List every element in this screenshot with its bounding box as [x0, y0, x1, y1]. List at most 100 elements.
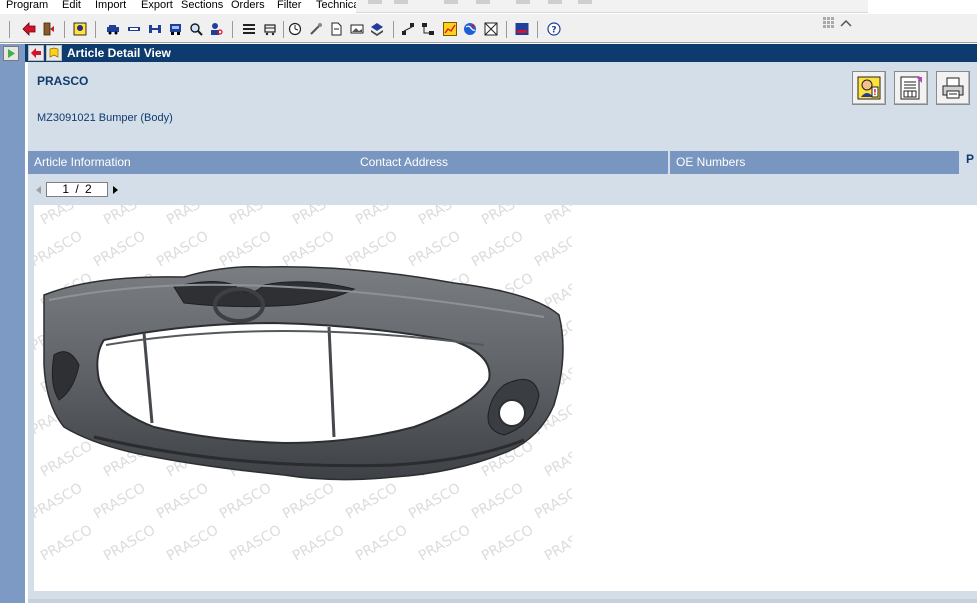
pager-indicator: 1 / 2	[46, 182, 108, 197]
tab-contact-address[interactable]: Contact Address	[354, 151, 670, 174]
svg-text:!: !	[873, 88, 877, 97]
chart-icon[interactable]	[443, 22, 457, 36]
back-button[interactable]	[28, 45, 44, 61]
menu-filter[interactable]: Filter	[277, 0, 301, 11]
play-icon	[3, 46, 19, 61]
watermark-text: PRASCO	[343, 228, 400, 270]
watermark-text: PRASCO	[280, 480, 337, 522]
menu-import[interactable]: Import	[95, 0, 126, 11]
axle-icon[interactable]	[148, 22, 162, 36]
watermark-text: PRASCO	[164, 205, 221, 228]
supplier-info-button[interactable]: !	[852, 71, 886, 105]
watermark-text: PRASCO	[91, 480, 148, 522]
watermark-text: PRASCO	[469, 228, 526, 270]
expand-panel-button[interactable]	[3, 46, 19, 61]
watermark-text: PRASCO	[38, 205, 95, 228]
watermark-text: PRASCO	[154, 480, 211, 522]
globe-icon[interactable]	[463, 22, 477, 36]
chevron-up-icon	[840, 19, 852, 27]
watermark-text: PRASCO	[532, 480, 572, 522]
menu-orders[interactable]: Orders	[231, 0, 265, 11]
watermark-text: PRASCO	[101, 522, 158, 564]
left-navigation-strip	[0, 44, 25, 603]
watermark-text: PRASCO	[542, 438, 572, 480]
bumper-image: PRASCO PRASCO PRASCO PRASCO PRASCO PRASCO PRAS…	[34, 205, 572, 564]
info-person-icon: !	[857, 76, 881, 100]
watermark-text: PRASCO	[353, 522, 410, 564]
tools-icon[interactable]	[309, 22, 323, 36]
magnifier-icon[interactable]	[189, 22, 203, 36]
car-icon[interactable]	[106, 22, 120, 36]
menu-overflow-ghost	[356, 0, 868, 13]
vehicle-search-icon[interactable]	[169, 22, 183, 36]
watermark-text: PRASCO	[479, 205, 536, 228]
bookmark-icon	[49, 47, 59, 58]
tab-bar: Article Information Contact Address OE N…	[28, 148, 977, 174]
grid-icon[interactable]	[484, 22, 498, 36]
watermark-text: PRASCO	[416, 205, 473, 228]
network-icon[interactable]	[421, 22, 435, 36]
tree-icon[interactable]	[401, 22, 415, 36]
toolbar: ?	[0, 14, 977, 43]
pager-next-button[interactable]	[109, 181, 121, 198]
watermark-text: PRASCO	[217, 228, 274, 270]
watermark-text: PRASCO	[469, 480, 526, 522]
menu-sections[interactable]: Sections	[181, 0, 223, 11]
person-search-icon[interactable]	[209, 22, 223, 36]
news-icon[interactable]	[515, 22, 529, 36]
tab-article-information[interactable]: Article Information	[28, 151, 356, 174]
list-icon[interactable]	[242, 22, 256, 36]
watermark-text: PRASCO	[91, 228, 148, 270]
watermark-text: PRASCO	[217, 480, 274, 522]
watermark-text: PRASCO	[479, 522, 536, 564]
pager-prev-button[interactable]	[33, 181, 45, 198]
tab-oe-numbers[interactable]: OE Numbers	[670, 151, 961, 174]
bookmark-button[interactable]	[46, 45, 62, 61]
article-header: PRASCO MZ3091021 Bumper (Body) !	[28, 62, 977, 148]
tab-overflow-partial[interactable]: P	[966, 151, 974, 167]
window-title-bar: Article Detail View	[25, 44, 977, 62]
user-badge-icon[interactable]	[73, 22, 87, 36]
watermark-text: PRASCO	[542, 522, 572, 564]
watermark-text: PRASCO	[542, 205, 572, 228]
window-title: Article Detail View	[67, 46, 171, 60]
document-icon[interactable]	[329, 22, 343, 36]
image-icon[interactable]	[350, 22, 364, 36]
article-image-area: PRASCO PRASCO PRASCO PRASCO PRASCO PRASCO PRAS…	[34, 205, 977, 591]
menu-edit[interactable]: Edit	[62, 0, 81, 11]
brand-name: PRASCO	[37, 74, 89, 88]
watermark-text: PRASCO	[38, 438, 95, 480]
watermark-text: PRASCO	[227, 522, 284, 564]
restore-ribbon-button[interactable]	[822, 15, 855, 31]
menu-technical[interactable]: Technica	[316, 0, 359, 11]
watermark-text: PRASCO	[416, 522, 473, 564]
back-arrow-icon	[31, 48, 41, 58]
help-icon[interactable]: ?	[547, 22, 561, 36]
red-arrow-icon[interactable]	[22, 22, 36, 36]
exit-door-icon[interactable]	[42, 22, 56, 36]
watermark-text: PRASCO	[38, 522, 95, 564]
watermark-text: PRASCO	[290, 205, 347, 228]
bumper-photo: PRASCO PRASCO PRASCO PRASCO PRASCO PRASCO PRAS…	[34, 205, 572, 565]
truck-icon[interactable]	[127, 22, 141, 36]
svg-text:?: ?	[551, 26, 556, 36]
watermark-text: PRASCO	[290, 522, 347, 564]
watermark-text: PRASCO	[34, 480, 85, 522]
caret-left-icon	[36, 185, 41, 194]
watermark-text: PRASCO	[343, 480, 400, 522]
menu-program[interactable]: Program	[6, 0, 48, 11]
bottom-border	[28, 599, 977, 603]
clock-icon[interactable]	[288, 22, 302, 36]
menu-export[interactable]: Export	[141, 0, 173, 11]
watermark-text: PRASCO	[164, 522, 221, 564]
watermark-text: PRASCO	[406, 480, 463, 522]
stack-icon[interactable]	[370, 22, 384, 36]
parts-list-button[interactable]	[894, 71, 928, 105]
watermark-text: PRASCO	[406, 228, 463, 270]
image-pager: 1 / 2	[33, 181, 121, 198]
parts-list-icon	[900, 76, 922, 100]
watermark-text: PRASCO	[227, 205, 284, 228]
cart-icon[interactable]	[263, 22, 277, 36]
grid-dots-icon	[823, 17, 834, 28]
print-button[interactable]	[936, 71, 970, 105]
